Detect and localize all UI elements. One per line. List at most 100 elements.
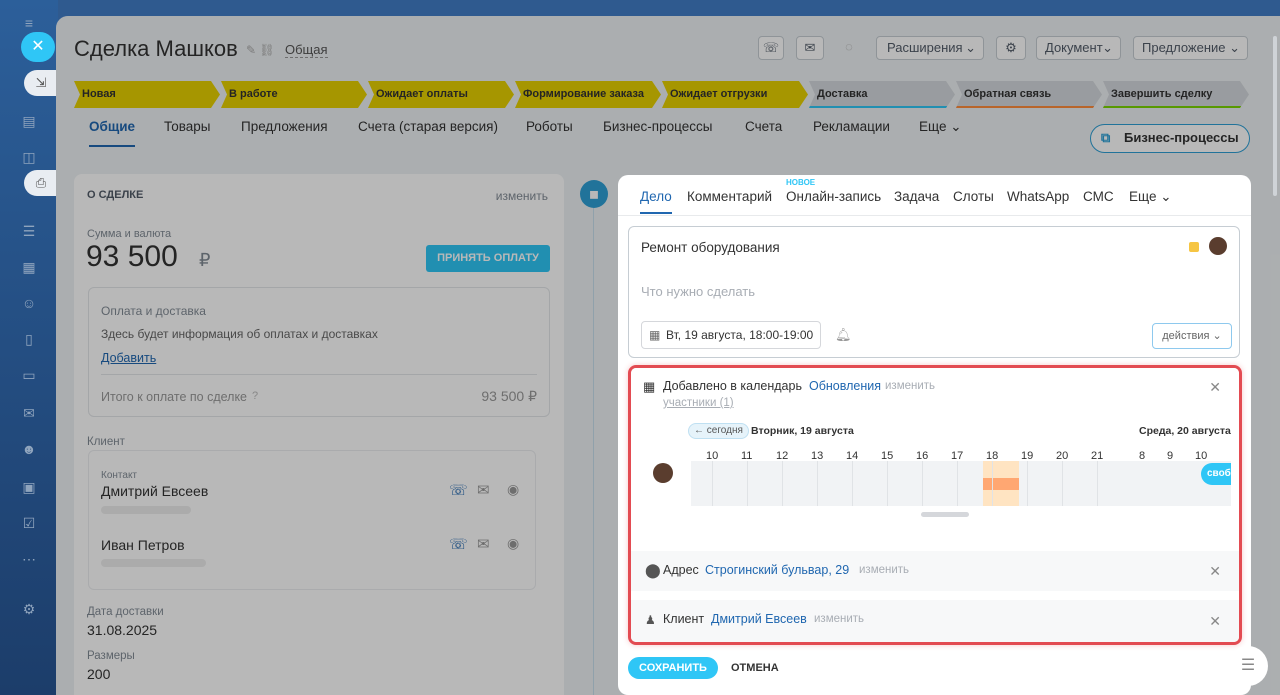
activity-tab-2[interactable]: Комментарий <box>687 189 772 204</box>
cancel-button[interactable]: ОТМЕНА <box>731 662 779 674</box>
robot-icon[interactable]: ☺ <box>20 294 38 312</box>
business-process-button[interactable]: ⧉ Бизнес-процессы <box>1090 124 1250 153</box>
stage-2[interactable]: В работе <box>221 81 367 108</box>
activity-tab-3[interactable]: Онлайн-запись <box>786 189 881 204</box>
stage-1[interactable]: Новая <box>74 81 220 108</box>
address-link[interactable]: Строгинский бульвар, 29 <box>705 563 849 577</box>
offer-button[interactable]: Предложение ⌄ <box>1133 36 1248 60</box>
add-payment-link[interactable]: Добавить <box>101 351 156 365</box>
phone-icon[interactable]: ☏ <box>758 36 784 60</box>
participants-link[interactable]: участники (1) <box>663 397 734 409</box>
list-icon[interactable]: ☰ <box>1228 646 1268 686</box>
deal-info-card: О СДЕЛКЕ изменить Сумма и валюта 93 500 … <box>74 174 564 695</box>
activity-tab-6[interactable]: WhatsApp <box>1007 189 1069 204</box>
phone-icon[interactable]: ☏ <box>449 535 468 553</box>
print-icon[interactable]: ⎙ <box>24 170 58 196</box>
actions-dropdown[interactable]: действия ⌄ <box>1152 323 1232 349</box>
timeline-icon: ◼ <box>580 180 608 208</box>
stage-6[interactable]: Доставка <box>809 81 955 108</box>
stage-7[interactable]: Обратная связь <box>956 81 1102 108</box>
edit-link[interactable]: изменить <box>496 189 548 203</box>
change-link[interactable]: изменить <box>859 564 909 576</box>
page-scrollbar[interactable] <box>1273 36 1277 196</box>
size-value: 200 <box>87 666 111 682</box>
more-icon[interactable]: ⋯ <box>20 550 38 568</box>
bell-icon[interactable]: 🔔︎ <box>835 327 852 343</box>
payment-block: Оплата и доставка Здесь будет информация… <box>88 287 550 417</box>
color-marker[interactable] <box>1189 242 1199 252</box>
stage-3[interactable]: Ожидает оплаты <box>368 81 514 108</box>
activity-tab-8[interactable]: Еще ⌄ <box>1129 189 1172 205</box>
grid-line <box>922 461 923 506</box>
updates-link[interactable]: Обновления <box>809 379 881 393</box>
card-icon[interactable]: ▭ <box>20 366 38 384</box>
chat-icon[interactable]: ◉ <box>507 535 519 552</box>
phone-icon[interactable]: ☏ <box>449 481 468 499</box>
tab-8[interactable]: Рекламации <box>813 119 890 134</box>
mail-icon[interactable]: ✉ <box>20 404 38 422</box>
free-slot-badge[interactable]: своб <box>1201 463 1231 485</box>
store-icon[interactable]: ▣ <box>20 478 38 496</box>
change-link[interactable]: изменить <box>885 380 935 392</box>
gear-icon[interactable]: ⚙ <box>996 36 1026 60</box>
activity-tab-1[interactable]: Дело <box>640 189 672 214</box>
category-select[interactable]: Общая <box>285 42 328 58</box>
activity-tab-4[interactable]: Задача <box>894 189 939 204</box>
contact-name-2[interactable]: Иван Петров <box>101 537 185 553</box>
chat-icon[interactable]: ◫ <box>20 148 38 166</box>
crm-icon[interactable]: ☰ <box>20 222 38 240</box>
stage-4[interactable]: Формирование заказа <box>515 81 661 108</box>
tab-9[interactable]: Еще ⌄ <box>919 119 962 135</box>
today-button[interactable]: ← сегодня <box>688 423 749 439</box>
tab-7[interactable]: Счета <box>745 119 782 134</box>
extensions-button[interactable]: Расширения ⌄ <box>876 36 984 60</box>
mail-icon[interactable]: ✉ <box>796 36 824 60</box>
scrollbar[interactable] <box>921 512 969 517</box>
task-description-input[interactable]: Что нужно сделать <box>641 284 755 299</box>
activity-tab-5[interactable]: Слоты <box>953 189 994 204</box>
calendar-icon[interactable]: ▦ <box>20 258 38 276</box>
task-editor[interactable]: Ремонт оборудования Что нужно сделать ▦ В… <box>628 226 1240 358</box>
grid-line <box>852 461 853 506</box>
task-title[interactable]: Ремонт оборудования <box>641 240 780 255</box>
accept-payment-button[interactable]: ПРИНЯТЬ ОПЛАТУ <box>426 245 550 272</box>
close-slider-button[interactable]: ✕ <box>21 32 55 62</box>
tasks-icon[interactable]: ☑ <box>20 514 38 532</box>
edit-icon[interactable]: ✎ ⛓ <box>246 43 275 57</box>
contact-name-1[interactable]: Дмитрий Евсеев <box>101 483 208 499</box>
tab-6[interactable]: Бизнес-процессы <box>603 119 712 134</box>
chat-icon[interactable]: ◌ <box>837 36 861 60</box>
chat-icon[interactable]: ◉ <box>507 481 519 498</box>
minimize-icon[interactable]: ⇲ <box>24 70 58 96</box>
stage-5[interactable]: Ожидает отгрузки <box>662 81 808 108</box>
tab-label: Товары <box>164 119 211 134</box>
settings-icon[interactable]: ⚙ <box>20 600 38 618</box>
tab-3[interactable]: Предложения <box>241 119 328 134</box>
mail-icon[interactable]: ✉ <box>477 481 490 499</box>
contacts-icon[interactable]: ☻ <box>20 440 38 458</box>
document-button[interactable]: Документ ⌄ <box>1036 36 1121 60</box>
deal-slider: Сделка Машков ✎ ⛓ Общая ☏ ✉ ◌ Расширения… <box>56 16 1280 695</box>
tab-1[interactable]: Общие <box>89 119 136 147</box>
tab-5[interactable]: Роботы <box>526 119 573 134</box>
save-button[interactable]: СОХРАНИТЬ <box>628 657 718 679</box>
page-title: Сделка Машков <box>74 36 238 61</box>
close-icon[interactable]: ✕ <box>1209 563 1221 580</box>
help-icon[interactable]: ? <box>252 390 258 402</box>
close-icon[interactable]: ✕ <box>1209 379 1221 396</box>
docs-icon[interactable]: ▯ <box>20 330 38 348</box>
tab-2[interactable]: Товары <box>164 119 210 134</box>
stage-color-bar <box>809 106 947 108</box>
feed-icon[interactable]: ▤ <box>20 112 38 130</box>
client-link[interactable]: Дмитрий Евсеев <box>711 612 807 626</box>
datetime-picker[interactable]: ▦ Вт, 19 августа, 18:00-19:00 <box>641 321 821 349</box>
new-badge: НОВОЕ <box>786 178 816 187</box>
stage-8[interactable]: Завершить сделку <box>1103 81 1249 108</box>
avatar[interactable] <box>1209 237 1227 255</box>
mail-icon[interactable]: ✉ <box>477 535 490 553</box>
menu-icon[interactable]: ≡ <box>20 14 38 32</box>
activity-tab-7[interactable]: СМС <box>1083 189 1114 204</box>
tab-4[interactable]: Счета (старая версия) <box>358 119 498 134</box>
change-link[interactable]: изменить <box>814 613 864 625</box>
close-icon[interactable]: ✕ <box>1209 613 1221 630</box>
